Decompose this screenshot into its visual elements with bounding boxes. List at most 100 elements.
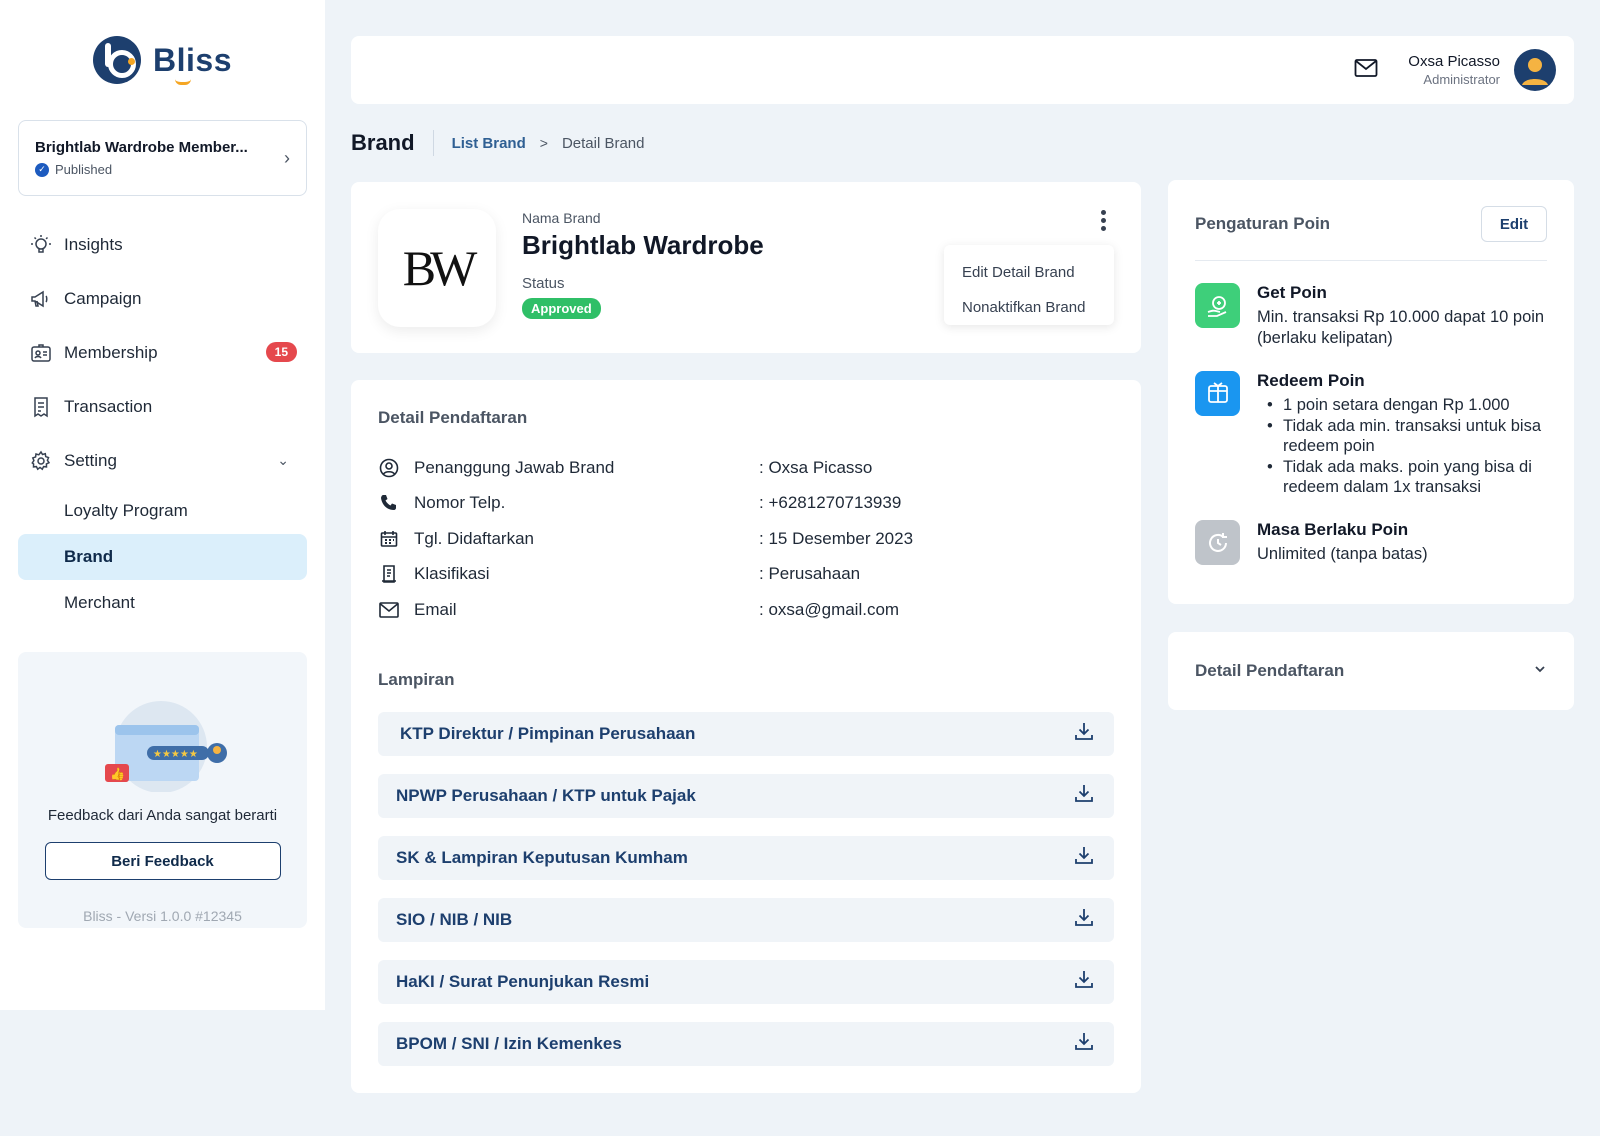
gear-icon (30, 450, 52, 472)
info-row: Klasifikasi : Perusahaan (378, 557, 1114, 593)
sidebar-item-transaction[interactable]: Transaction (18, 380, 307, 434)
chevron-right-icon: › (284, 147, 290, 168)
download-icon[interactable] (1074, 721, 1094, 746)
lightbulb-icon (30, 234, 52, 256)
page-title: Brand (351, 130, 434, 156)
attachment-label: HaKI / Surat Penunjukan Resmi (396, 971, 650, 991)
get-poin-desc: Min. transaksi Rp 10.000 dapat 10 poin (… (1257, 308, 1545, 347)
attachment-label: KTP Direktur / Pimpinan Perusahaan (400, 723, 696, 743)
get-poin-item: Get Poin Min. transaksi Rp 10.000 dapat … (1195, 283, 1547, 349)
download-icon[interactable] (1074, 783, 1094, 808)
sidebar-item-membership[interactable]: Membership 15 (18, 326, 307, 380)
project-selector[interactable]: Brightlab Wardrobe Member... ✓ Published… (18, 120, 307, 196)
mail-icon[interactable] (1354, 58, 1378, 83)
info-row: Tgl. Didaftarkan : 15 Desember 2023 (378, 521, 1114, 557)
brand-name-label: Nama Brand (522, 210, 601, 226)
sidebar-item-label: Campaign (64, 289, 142, 308)
info-label: Tgl. Didaftarkan (414, 528, 534, 548)
sidebar-item-label: Transaction (64, 397, 153, 416)
feedback-text: Feedback dari Anda sangat berarti (47, 807, 278, 824)
receipt-icon (30, 396, 52, 418)
poin-expiry-desc: Unlimited (tanpa batas) (1257, 545, 1428, 564)
project-status: Published (55, 162, 113, 177)
person-icon (378, 457, 400, 479)
verified-icon: ✓ (35, 162, 49, 177)
user-name: Oxsa Picasso (1408, 53, 1500, 70)
user-role: Administrator (1423, 72, 1500, 87)
status-label: Status (522, 275, 565, 292)
poin-settings-title: Pengaturan Poin (1195, 214, 1331, 233)
app-version: Bliss - Versi 1.0.0 #12345 (83, 908, 242, 925)
info-list: Penanggung Jawab Brand : Oxsa Picasso No… (378, 450, 1114, 628)
brand-options-menu: Edit Detail Brand Nonaktifkan Brand (944, 245, 1114, 325)
gift-box-icon (1195, 370, 1240, 416)
redeem-rule: 1 poin setara dengan Rp 1.000 (1257, 395, 1547, 416)
brand-logo: BW (378, 209, 496, 327)
menu-item-edit-brand[interactable]: Edit Detail Brand (962, 255, 1096, 290)
info-label: Email (414, 599, 457, 619)
attachments-title: Lampiran (378, 669, 455, 689)
svg-text:★★★★★: ★★★★★ (153, 749, 198, 760)
more-options-icon[interactable] (1101, 210, 1107, 234)
redeem-poin-rules: 1 poin setara dengan Rp 1.000 Tidak ada … (1257, 395, 1547, 498)
attachment-row[interactable]: SIO / NIB / NIB (378, 897, 1114, 942)
sidebar-item-brand[interactable]: Brand (18, 534, 307, 580)
attachment-list: KTP Direktur / Pimpinan Perusahaan NPWP … (378, 711, 1114, 1066)
collapse-title: Detail Pendaftaran (1195, 661, 1345, 680)
info-row: Penanggung Jawab Brand : Oxsa Picasso (378, 450, 1114, 486)
attachment-label: SK & Lampiran Keputusan Kumham (396, 847, 688, 867)
attachment-row[interactable]: SK & Lampiran Keputusan Kumham (378, 835, 1114, 880)
sidebar-item-campaign[interactable]: Campaign (18, 272, 307, 326)
phone-icon (378, 492, 400, 514)
feedback-box: ★★★★★ 👍 Feedback dari Anda sangat berart… (18, 652, 307, 928)
user-info[interactable]: Oxsa Picasso Administrator (1408, 53, 1500, 87)
status-badge: Approved (522, 298, 601, 319)
clock-refresh-icon (1195, 520, 1240, 566)
attachment-row[interactable]: BPOM / SNI / Izin Kemenkes (378, 1021, 1114, 1066)
info-value: : oxsa@gmail.com (759, 599, 900, 619)
sidebar-item-label: Setting (64, 451, 117, 470)
redeem-poin-title: Redeem Poin (1257, 370, 1365, 390)
feedback-illustration-icon: ★★★★★ 👍 (93, 692, 233, 793)
attachment-row[interactable]: NPWP Perusahaan / KTP untuk Pajak (378, 773, 1114, 818)
sidebar-item-label: Insights (64, 235, 123, 254)
redeem-rule: Tidak ada maks. poin yang bisa di redeem… (1257, 457, 1547, 498)
download-icon[interactable] (1074, 1031, 1094, 1056)
sidebar-item-insights[interactable]: Insights (18, 218, 307, 272)
info-value: : Perusahaan (759, 564, 861, 584)
chevron-down-icon: ⌄ (277, 452, 289, 468)
sidebar-item-setting[interactable]: Setting ⌄ (18, 434, 307, 488)
hand-coin-icon (1195, 283, 1240, 328)
registration-detail-collapse[interactable]: Detail Pendaftaran (1168, 632, 1574, 710)
attachment-row[interactable]: KTP Direktur / Pimpinan Perusahaan (378, 711, 1114, 756)
sidebar-item-loyalty-program[interactable]: Loyalty Program (18, 488, 307, 534)
attachment-label: NPWP Perusahaan / KTP untuk Pajak (396, 785, 696, 805)
download-icon[interactable] (1074, 845, 1094, 870)
download-icon[interactable] (1074, 969, 1094, 994)
brand-name: Brightlab Wardrobe (522, 230, 764, 260)
feedback-button[interactable]: Beri Feedback (44, 842, 281, 881)
redeem-rule: Tidak ada min. transaksi untuk bisa rede… (1257, 416, 1547, 457)
breadcrumb-separator: > (539, 135, 548, 151)
poin-expiry-item: Masa Berlaku Poin Unlimited (tanpa batas… (1195, 520, 1547, 566)
menu-item-deactivate-brand[interactable]: Nonaktifkan Brand (962, 290, 1096, 325)
breadcrumb-list-brand-link[interactable]: List Brand (452, 135, 526, 152)
breadcrumb-current: Detail Brand (561, 134, 645, 152)
sidebar-item-merchant[interactable]: Merchant (18, 580, 307, 626)
edit-poin-button[interactable]: Edit (1481, 206, 1547, 242)
calendar-icon (378, 528, 400, 550)
attachment-row[interactable]: HaKI / Surat Penunjukan Resmi (378, 959, 1114, 1004)
poin-settings-card: Pengaturan Poin Edit Get Poin Min. trans… (1168, 180, 1574, 604)
redeem-poin-item: Redeem Poin 1 poin setara dengan Rp 1.00… (1195, 370, 1547, 498)
avatar[interactable] (1514, 49, 1556, 91)
id-card-icon (30, 342, 52, 364)
document-icon (378, 563, 400, 585)
sidebar-item-label: Membership (64, 343, 158, 362)
download-icon[interactable] (1074, 907, 1094, 932)
logo[interactable]: Bliss (18, 0, 307, 120)
info-label: Nomor Telp. (414, 493, 506, 513)
info-label: Klasifikasi (414, 564, 490, 584)
topbar: Oxsa Picasso Administrator (351, 36, 1574, 104)
get-poin-title: Get Poin (1257, 283, 1327, 302)
svg-text:👍: 👍 (110, 767, 125, 781)
